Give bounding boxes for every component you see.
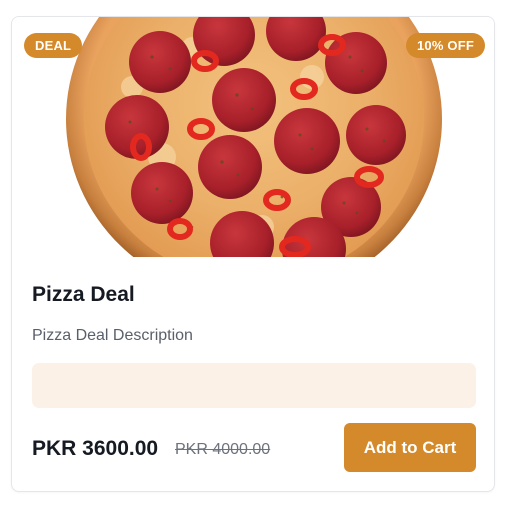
deal-info-box <box>32 363 476 408</box>
product-card[interactable]: DEAL 10% OFF Pizza Deal Pizza Deal Descr… <box>11 16 495 492</box>
deal-badge: DEAL <box>24 33 83 58</box>
discount-badge: 10% OFF <box>405 33 485 58</box>
product-title: Pizza Deal <box>32 283 135 306</box>
current-price: PKR 3600.00 <box>32 437 159 460</box>
add-to-cart-button[interactable]: Add to Cart <box>344 423 476 472</box>
original-price: PKR 4000.00 <box>175 441 271 458</box>
product-description: Pizza Deal Description <box>32 327 193 344</box>
pizza-image[interactable]: DEAL 10% OFF <box>12 17 494 257</box>
